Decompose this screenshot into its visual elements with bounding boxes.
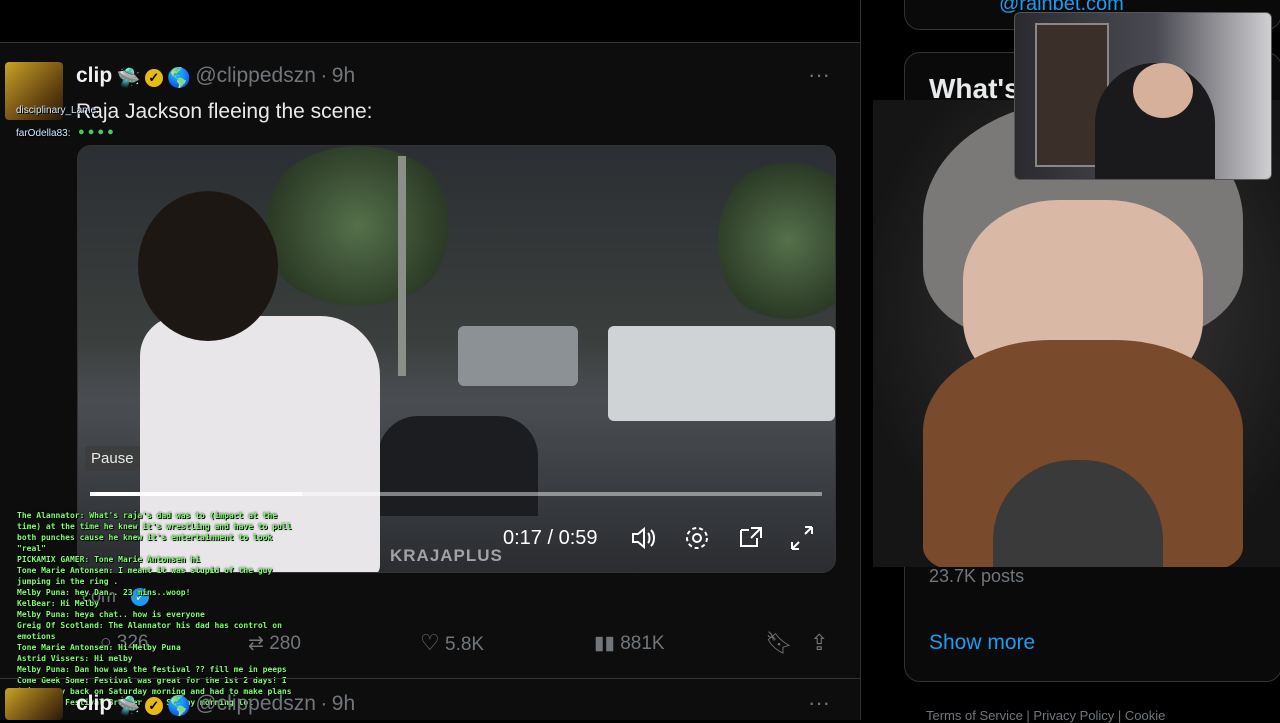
- video-truck: [608, 326, 835, 421]
- views-button[interactable]: ▮▮ 881K: [594, 632, 665, 655]
- chat-emotes-icon: ● ● ● ●: [78, 126, 114, 138]
- chat-line: Melby Puna: heya chat.. how is everyone: [17, 610, 205, 619]
- ufo-emoji-icon: 🛸: [116, 695, 141, 717]
- video-car: [458, 326, 578, 386]
- footer-links[interactable]: Terms of Service | Privacy Policy | Cook…: [926, 708, 1165, 723]
- like-button[interactable]: ♡ 5.8K: [420, 630, 484, 656]
- video-pole: [398, 156, 406, 376]
- like-count: 5.8K: [445, 634, 485, 655]
- separator-dot: ·: [320, 64, 328, 87]
- show-more-link[interactable]: Show more: [929, 631, 1035, 655]
- volume-icon[interactable]: [630, 524, 658, 558]
- globe-emoji-icon: 🌎: [167, 67, 191, 89]
- share-icon[interactable]: ⇪: [810, 630, 828, 656]
- separator-dot: ·: [320, 692, 328, 715]
- verified-gold-icon: ✓: [144, 696, 163, 715]
- chat-line: Melby Puna: hey Dan.. 23 mins..woop!: [17, 588, 191, 597]
- bookmark-icon[interactable]: 🔖︎: [765, 630, 793, 656]
- video-time: 0:17 / 0:59: [503, 527, 598, 549]
- chat-line: KelBear: Hi Melby: [17, 599, 99, 608]
- ufo-emoji-icon: 🛸: [116, 67, 141, 89]
- views-chart-icon: ▮▮: [594, 633, 615, 654]
- author-handle[interactable]: @clippedszn: [195, 64, 316, 87]
- tweet-divider: [0, 678, 860, 679]
- verified-gold-icon: ✓: [144, 68, 163, 87]
- tweet-time[interactable]: 9h: [332, 64, 355, 87]
- chat-line: Greig Of Scotland: The Alannator his dad…: [17, 621, 282, 641]
- chat-line: The Alannator: What's raja's dad was to …: [17, 511, 292, 553]
- video-dark-car: [378, 416, 538, 516]
- next-tweet-time[interactable]: 9h: [332, 692, 355, 715]
- next-author-handle[interactable]: @clippedszn: [195, 692, 316, 715]
- globe-emoji-icon: 🌎: [167, 695, 191, 717]
- overlay-chat-user-1: disciplinary_Lame:: [16, 105, 99, 116]
- video-tree: [258, 146, 458, 306]
- fullscreen-icon[interactable]: [789, 524, 815, 558]
- chat-line: Melby Puna: Dan how was the festival ?? …: [17, 665, 287, 674]
- chat-line: Tone Marie Antonsen: Hi Melby Puna: [17, 643, 181, 652]
- trend-posts-count: 23.7K posts: [929, 566, 1025, 586]
- top-bar: [0, 0, 860, 43]
- author-name[interactable]: clip: [76, 64, 112, 87]
- video-watermark: KRAJAPLUS: [390, 546, 503, 565]
- tweet-text: Raja Jackson fleeing the scene:: [76, 100, 373, 123]
- video-progress-fill: [90, 492, 303, 496]
- settings-gear-icon[interactable]: [683, 524, 711, 558]
- overlay-chat-user-2: farOdella83:: [16, 128, 71, 139]
- video-progress-bar[interactable]: [90, 492, 822, 496]
- next-author-avatar[interactable]: [5, 688, 63, 720]
- views-count: 881K: [620, 633, 665, 654]
- webcam-person-face: [1133, 63, 1193, 118]
- picture-in-picture-icon[interactable]: [737, 524, 765, 558]
- video-person-head: [138, 191, 278, 341]
- heart-icon: ♡: [420, 630, 440, 655]
- next-author-name[interactable]: clip: [76, 692, 112, 715]
- next-more-options-icon[interactable]: ···: [808, 690, 830, 716]
- pause-tooltip: Pause: [85, 446, 140, 471]
- video-player[interactable]: [77, 145, 836, 573]
- video-tree-right: [718, 156, 835, 326]
- next-tweet-header: clip 🛸 ✓ 🌎 @clippedszn · 9h: [76, 692, 355, 718]
- secondary-webcam: [1014, 12, 1272, 180]
- tweet-header: clip 🛸 ✓ 🌎 @clippedszn · 9h: [76, 64, 355, 90]
- chat-line: PICKAMIX GAMER: Tone Marie Antonsen hi: [17, 555, 201, 564]
- more-options-icon[interactable]: ···: [808, 62, 830, 88]
- chat-line: Tone Marie Antonsen: I meant it was stup…: [17, 566, 273, 586]
- chat-line: Astrid Vissers: Hi melby: [17, 654, 133, 663]
